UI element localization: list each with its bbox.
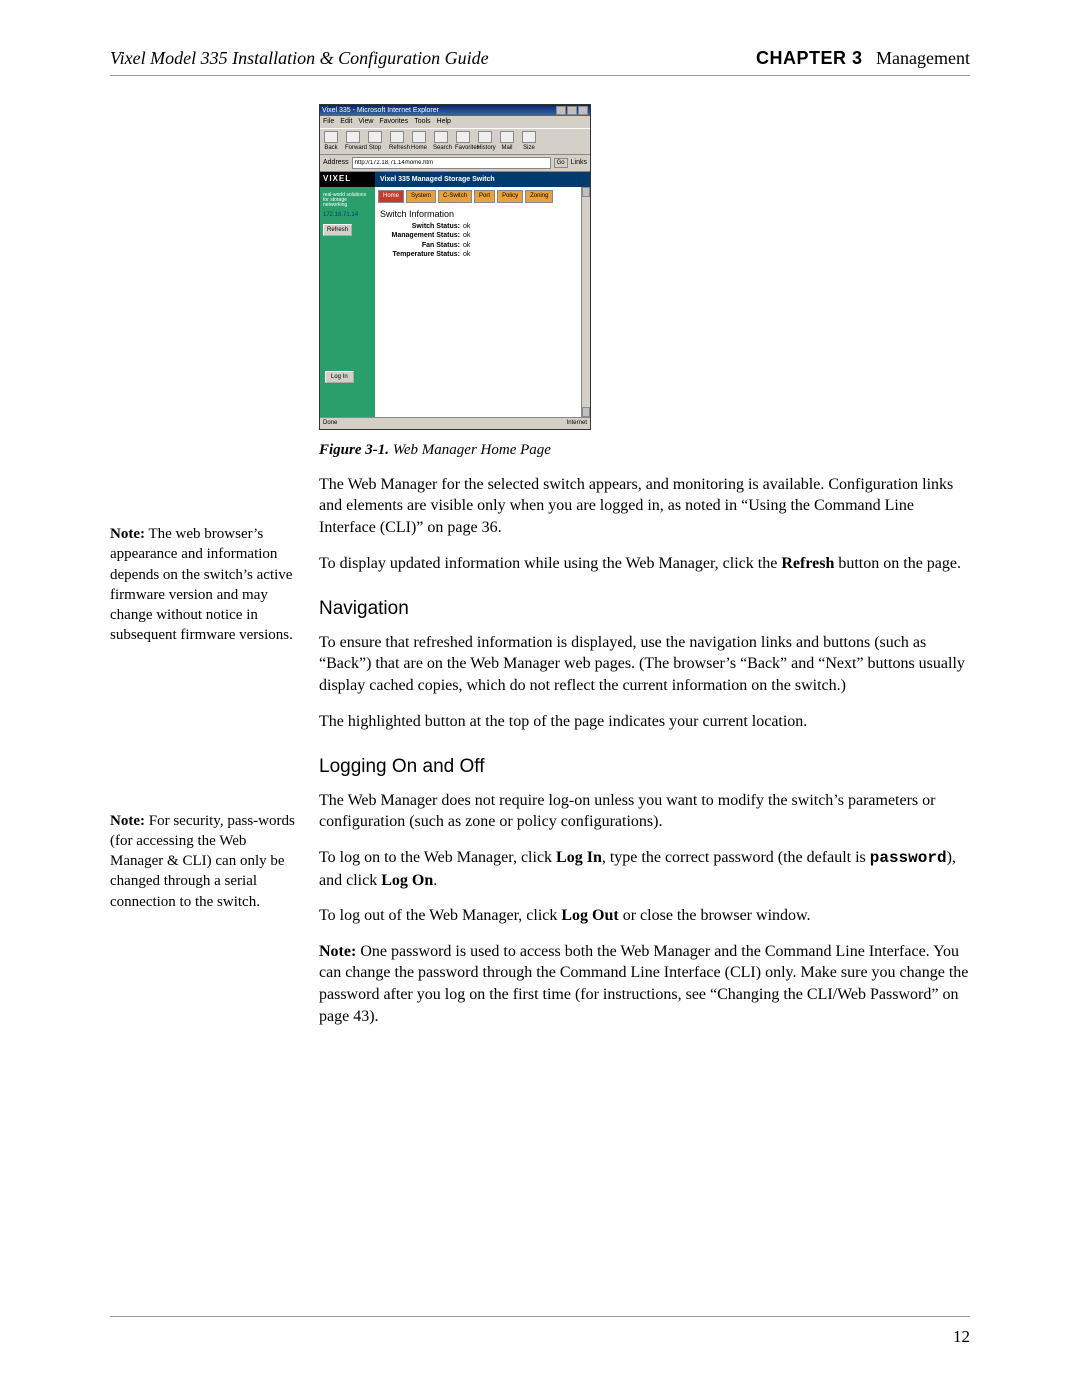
stop-button[interactable]: Stop	[367, 131, 383, 152]
browser-window: Vixel 335 - Microsoft Internet Explorer …	[319, 104, 591, 430]
figure-caption: Figure 3-1. Web Manager Home Page	[319, 440, 970, 460]
menu-help[interactable]: Help	[437, 117, 451, 126]
sidebar: real-world solutions for storage network…	[320, 187, 375, 417]
menu-tools[interactable]: Tools	[414, 117, 430, 126]
brand-logo: VIXEL	[320, 172, 375, 187]
status-row: Temperature Status:ok	[375, 250, 590, 259]
tab-port[interactable]: Port	[474, 190, 495, 202]
menu-bar: File Edit View Favorites Tools Help	[320, 116, 590, 127]
back-icon	[324, 131, 338, 143]
forward-icon	[346, 131, 360, 143]
paragraph: To log on to the Web Manager, click Log …	[319, 847, 970, 891]
header-doc-title: Vixel Model 335 Installation & Configura…	[110, 48, 489, 69]
refresh-icon	[390, 131, 404, 143]
paragraph: To log out of the Web Manager, click Log…	[319, 905, 970, 927]
stop-icon	[368, 131, 382, 143]
scrollbar[interactable]	[581, 187, 590, 417]
switch-ip: 172.18.71.14	[323, 211, 372, 219]
status-row: Switch Status:ok	[375, 222, 590, 231]
scroll-down-icon[interactable]	[582, 407, 590, 417]
favorites-button[interactable]: Favorites	[455, 131, 471, 152]
back-button[interactable]: Back	[323, 131, 339, 152]
window-titlebar: Vixel 335 - Microsoft Internet Explorer	[320, 105, 590, 116]
mail-icon	[500, 131, 514, 143]
history-button[interactable]: History	[477, 131, 493, 152]
forward-button[interactable]: Forward	[345, 131, 361, 152]
tab-cswitch[interactable]: C-Switch	[438, 190, 472, 202]
window-title: Vixel 335 - Microsoft Internet Explorer	[322, 106, 439, 115]
address-bar: Address Go Links	[320, 155, 590, 172]
status-row: Management Status:ok	[375, 231, 590, 240]
figure-number: Figure 3-1.	[319, 442, 389, 458]
scroll-up-icon[interactable]	[582, 187, 590, 197]
figure-title: Web Manager Home Page	[389, 442, 551, 458]
history-icon	[478, 131, 492, 143]
size-icon	[522, 131, 536, 143]
favorites-icon	[456, 131, 470, 143]
sidenote-security: Note: For security, pass-words (for acce…	[110, 811, 295, 912]
size-button[interactable]: Size	[521, 131, 537, 152]
page-header: Vixel Model 335 Installation & Configura…	[110, 48, 970, 76]
panel-title: Switch Information	[375, 206, 590, 222]
brand-slogan: real-world solutions for storage network…	[323, 193, 372, 208]
close-icon[interactable]	[578, 106, 588, 115]
paragraph: To ensure that refreshed information is …	[319, 632, 970, 697]
sidenote-browser: Note: The web browser’s appearance and i…	[110, 524, 295, 646]
header-chapter: CHAPTER 3 Management	[756, 48, 970, 69]
nav-tabs: Home System C-Switch Port Policy Zoning	[375, 187, 590, 205]
search-button[interactable]: Search	[433, 131, 449, 152]
home-button[interactable]: Home	[411, 131, 427, 152]
status-right: Internet	[567, 419, 587, 427]
mail-button[interactable]: Mail	[499, 131, 515, 152]
links-label[interactable]: Links	[571, 158, 587, 167]
paragraph-note: Note: One password is used to access bot…	[319, 941, 970, 1027]
sidenote-text: The web browser’s appearance and informa…	[110, 526, 293, 643]
status-row: Fan Status:ok	[375, 241, 590, 250]
product-banner: Vixel 335 Managed Storage Switch	[375, 172, 590, 187]
menu-favorites[interactable]: Favorites	[379, 117, 408, 126]
sidenote-label: Note:	[110, 526, 145, 542]
minimize-icon[interactable]	[556, 106, 566, 115]
tab-home[interactable]: Home	[378, 190, 404, 202]
refresh-button[interactable]: Refresh	[389, 131, 405, 152]
heading-logging: Logging On and Off	[319, 754, 970, 780]
paragraph: The Web Manager for the selected switch …	[319, 474, 970, 539]
paragraph: The Web Manager does not require log-on …	[319, 790, 970, 833]
footer-rule	[110, 1316, 970, 1317]
status-bar: Done Internet	[320, 417, 590, 428]
paragraph: The highlighted button at the top of the…	[319, 711, 970, 733]
content-panel: Home System C-Switch Port Policy Zoning …	[375, 187, 590, 417]
page-number: 12	[953, 1327, 970, 1347]
heading-navigation: Navigation	[319, 596, 970, 622]
login-button[interactable]: Log In	[325, 371, 354, 383]
sidenote-label: Note:	[110, 813, 145, 829]
figure-screenshot: Vixel 335 - Microsoft Internet Explorer …	[319, 104, 970, 430]
tab-zoning[interactable]: Zoning	[525, 190, 553, 202]
maximize-icon[interactable]	[567, 106, 577, 115]
menu-view[interactable]: View	[358, 117, 373, 126]
chapter-title: Management	[876, 48, 970, 68]
status-left: Done	[323, 419, 337, 427]
menu-edit[interactable]: Edit	[340, 117, 352, 126]
menu-file[interactable]: File	[323, 117, 334, 126]
home-icon	[412, 131, 426, 143]
toolbar: Back Forward Stop Refresh Home Search Fa…	[320, 128, 590, 155]
go-button[interactable]: Go	[554, 158, 568, 168]
paragraph: To display updated information while usi…	[319, 553, 970, 575]
tab-system[interactable]: System	[406, 190, 436, 202]
chapter-label: CHAPTER 3	[756, 48, 863, 68]
sidebar-refresh-button[interactable]: Refresh	[323, 224, 352, 236]
address-input[interactable]	[352, 157, 551, 169]
address-label: Address	[323, 158, 349, 167]
search-icon	[434, 131, 448, 143]
tab-policy[interactable]: Policy	[497, 190, 523, 202]
